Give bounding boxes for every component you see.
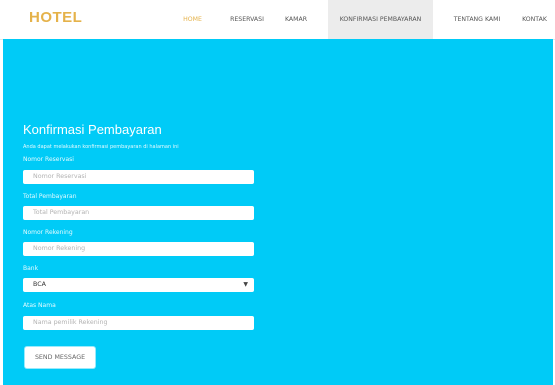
nav-item-kontak[interactable]: KONTAK — [514, 0, 555, 39]
form-title: Konfirmasi Pembayaran — [23, 122, 162, 137]
top-navbar: HOTEL HOME RESERVASI KAMAR KONFIRMASI PE… — [0, 0, 555, 40]
bank-select[interactable]: BCA ▼ — [23, 278, 254, 292]
nomor-reservasi-input[interactable]: Nomor Reservasi — [23, 170, 254, 184]
nav-item-konfirmasi-pembayaran[interactable]: KONFIRMASI PEMBAYARAN — [328, 0, 433, 39]
atas-nama-label: Atas Nama — [23, 302, 56, 309]
nomor-rekening-label: Nomor Rekening — [23, 229, 73, 236]
send-message-button[interactable]: SEND MESSAGE — [25, 347, 95, 368]
nav-item-kamar[interactable]: KAMAR — [276, 0, 316, 39]
nomor-reservasi-label: Nomor Reservasi — [23, 156, 74, 163]
atas-nama-input[interactable]: Nama pemilik Rekening — [23, 316, 254, 330]
total-pembayaran-label: Total Pembayaran — [23, 193, 77, 200]
total-pembayaran-input[interactable]: Total Pembayaran — [23, 206, 254, 220]
bank-selected-value: BCA — [33, 281, 46, 288]
nav-item-home[interactable]: HOME — [170, 0, 215, 39]
nomor-rekening-input[interactable]: Nomor Rekening — [23, 242, 254, 256]
nav-item-reservasi[interactable]: RESERVASI — [222, 0, 272, 39]
caret-down-icon: ▼ — [243, 281, 248, 288]
bank-label: Bank — [23, 265, 39, 272]
form-subtitle: Anda dapat melakukan konfirmasi pembayar… — [23, 144, 179, 150]
brand-logo[interactable]: HOTEL — [29, 9, 82, 26]
nav-item-tentang-kami[interactable]: TENTANG KAMI — [442, 0, 512, 39]
